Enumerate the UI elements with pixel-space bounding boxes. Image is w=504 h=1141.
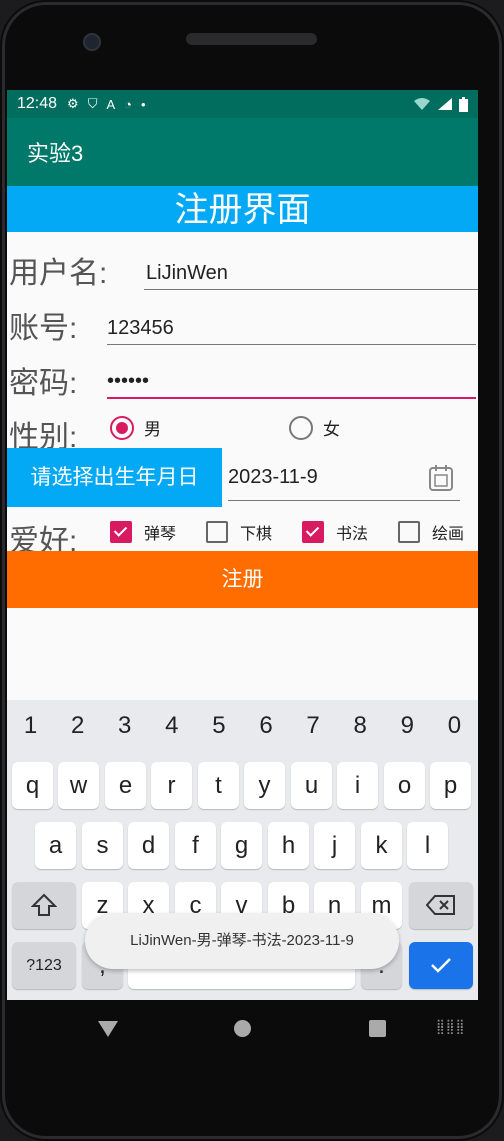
key-d[interactable]: d [128, 822, 169, 869]
gender-male-radio[interactable]: 男 [110, 415, 161, 440]
shield-icon: ⛉ [87, 96, 98, 111]
app-bar: 实验3 [7, 118, 478, 186]
backspace-icon [425, 895, 455, 915]
key-9[interactable]: 9 [384, 712, 431, 740]
dot-icon: • [141, 96, 146, 112]
shift-key[interactable] [12, 882, 76, 929]
checkbox-checked-icon [302, 521, 324, 543]
account-label: 账号: [9, 312, 78, 345]
shift-icon [30, 893, 58, 916]
key-0[interactable]: 0 [431, 712, 478, 740]
gender-female-label: 女 [323, 420, 340, 439]
account-field[interactable]: 123456 [107, 317, 476, 345]
checkmark-icon [431, 958, 451, 973]
password-label: 密码: [9, 367, 78, 400]
key-e[interactable]: e [105, 762, 146, 809]
key-y[interactable]: y [244, 762, 285, 809]
key-t[interactable]: t [198, 762, 239, 809]
register-button[interactable]: 注册 [7, 551, 478, 608]
device-screen: 12:48 ⚙ ⛉ A ◔ • 实验3 注册界面 用户名: LiJinWen 账… [7, 90, 478, 1000]
username-label: 用户名: [9, 257, 108, 290]
calendar-icon [429, 465, 453, 491]
key-3[interactable]: 3 [101, 712, 148, 740]
key-o[interactable]: o [384, 762, 425, 809]
key-a[interactable]: a [35, 822, 76, 869]
hobby-chess-checkbox[interactable]: 下棋 [206, 520, 272, 544]
back-icon[interactable] [98, 1021, 118, 1037]
recents-icon[interactable] [369, 1020, 386, 1037]
hobby-painting-label: 绘画 [432, 526, 465, 543]
app-title: 实验3 [27, 141, 84, 166]
key-8[interactable]: 8 [337, 712, 384, 740]
home-icon[interactable] [234, 1020, 251, 1037]
username-field[interactable]: LiJinWen [144, 262, 478, 290]
signal-icon [438, 98, 452, 110]
hobby-painting-checkbox[interactable]: 绘画 [398, 520, 464, 544]
symbols-key[interactable]: ?123 [12, 942, 76, 989]
hobby-calligraphy-checkbox[interactable]: 书法 [302, 520, 368, 544]
hobby-piano-checkbox[interactable]: 弹琴 [110, 520, 176, 544]
a-icon: A [106, 96, 116, 112]
key-5[interactable]: 5 [195, 712, 242, 740]
key-r[interactable]: r [151, 762, 192, 809]
toast-message: LiJinWen-男-弹琴-书法-2023-11-9 [85, 913, 399, 969]
key-j[interactable]: j [314, 822, 355, 869]
phone-frame: 12:48 ⚙ ⛉ A ◔ • 实验3 注册界面 用户名: LiJinWen 账… [0, 0, 504, 1141]
key-f[interactable]: f [175, 822, 216, 869]
key-1[interactable]: 1 [7, 712, 54, 740]
checkbox-checked-icon [110, 521, 132, 543]
password-field[interactable]: •••••• [107, 370, 476, 399]
enter-key[interactable] [409, 942, 473, 989]
keyboard-switch-icon[interactable]: ⠿⠿⠿ ⠿⠿⠿ [436, 1019, 465, 1037]
hobby-calligraphy-label: 书法 [336, 526, 369, 543]
earpiece-speaker [186, 33, 317, 45]
status-time: 12:48 [17, 95, 58, 112]
checkbox-unchecked-icon [206, 521, 228, 543]
key-u[interactable]: u [291, 762, 332, 809]
front-camera [83, 33, 101, 51]
gender-female-radio[interactable]: 女 [289, 415, 340, 440]
select-birthdate-button[interactable]: 请选择出生年月日 [7, 448, 222, 507]
radio-selected-icon [110, 415, 134, 440]
checkbox-unchecked-icon [398, 521, 420, 543]
radio-unselected-icon [289, 415, 313, 440]
key-l[interactable]: l [407, 822, 448, 869]
battery-icon [459, 96, 468, 112]
status-bar: 12:48 ⚙ ⛉ A ◔ • [7, 90, 478, 118]
key-h[interactable]: h [268, 822, 309, 869]
key-s[interactable]: s [82, 822, 123, 869]
wifi-x-icon [414, 98, 430, 110]
key-2[interactable]: 2 [54, 712, 101, 740]
key-g[interactable]: g [221, 822, 262, 869]
wifi-question-icon: ◔ [124, 96, 132, 112]
number-row: 1 2 3 4 5 6 7 8 9 0 [7, 712, 478, 740]
gear-icon: ⚙ [67, 96, 79, 111]
birthdate-field[interactable]: 2023-11-9 [228, 465, 460, 501]
key-q[interactable]: q [12, 762, 53, 809]
key-i[interactable]: i [337, 762, 378, 809]
key-7[interactable]: 7 [290, 712, 337, 740]
key-p[interactable]: p [430, 762, 471, 809]
birthdate-value: 2023-11-9 [228, 466, 318, 488]
key-w[interactable]: w [58, 762, 99, 809]
gender-male-label: 男 [144, 420, 161, 439]
hobby-chess-label: 下棋 [240, 526, 273, 543]
hobby-piano-label: 弹琴 [144, 526, 177, 543]
navigation-bar: ⠿⠿⠿ ⠿⠿⠿ [0, 1000, 504, 1060]
backspace-key[interactable] [409, 882, 473, 929]
page-title: 注册界面 [7, 186, 478, 232]
key-k[interactable]: k [361, 822, 402, 869]
key-6[interactable]: 6 [242, 712, 289, 740]
key-4[interactable]: 4 [148, 712, 195, 740]
